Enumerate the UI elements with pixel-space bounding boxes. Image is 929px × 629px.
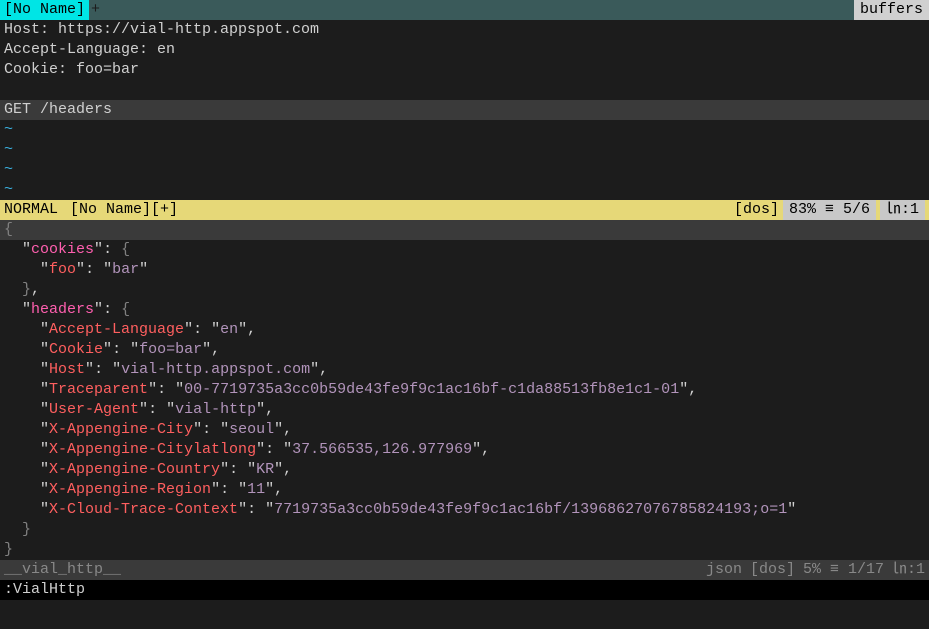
tab-current[interactable]: [No Name] bbox=[0, 0, 89, 20]
lower-editor-pane[interactable]: { "cookies": { "foo": "bar" }, "headers"… bbox=[0, 220, 929, 560]
json-line: "Host": "vial-http.appspot.com", bbox=[4, 360, 925, 380]
tilde-area: ~ ~ ~ ~ bbox=[0, 120, 929, 200]
json-line: "Cookie": "foo=bar", bbox=[4, 340, 925, 360]
tilde-line: ~ bbox=[0, 120, 929, 140]
editor-line: Host: https://vial-http.appspot.com bbox=[4, 20, 925, 40]
json-line: "Traceparent": "00-7719735a3cc0b59de43fe… bbox=[4, 380, 925, 400]
fileformat-indicator: [dos] bbox=[726, 200, 779, 220]
editor-line: Cookie: foo=bar bbox=[4, 60, 925, 80]
json-line: "X-Appengine-Region": "11", bbox=[4, 480, 925, 500]
upper-status-bar: NORMAL [No Name][+] [dos] 83% ≡ 5/6 ㏑:1 bbox=[0, 200, 929, 220]
filetype-indicator: json bbox=[698, 560, 742, 580]
editor-cursor-line[interactable]: GET /headers bbox=[0, 100, 929, 120]
buffers-label[interactable]: buffers bbox=[854, 0, 929, 20]
json-line: "cookies": { bbox=[4, 240, 925, 260]
json-line: "User-Agent": "vial-http", bbox=[4, 400, 925, 420]
fileformat-indicator: [dos] bbox=[742, 560, 795, 580]
json-line: { bbox=[0, 220, 929, 240]
line-col-indicator: ㏑:1 bbox=[884, 560, 925, 580]
command-line[interactable]: :VialHttp bbox=[0, 580, 929, 600]
json-line: "X-Cloud-Trace-Context": "7719735a3cc0b5… bbox=[4, 500, 925, 520]
line-col-indicator: ㏑:1 bbox=[880, 200, 925, 220]
upper-editor-pane[interactable]: Host: https://vial-http.appspot.com Acce… bbox=[0, 20, 929, 100]
editor-line: Accept-Language: en bbox=[4, 40, 925, 60]
json-line: "X-Appengine-City": "seoul", bbox=[4, 420, 925, 440]
tab-bar: [No Name] + buffers bbox=[0, 0, 929, 20]
buffer-name: [No Name][+] bbox=[58, 200, 178, 220]
tilde-line: ~ bbox=[0, 160, 929, 180]
position-percent: 83% ≡ 5/6 bbox=[783, 200, 876, 220]
lower-status-bar: __vial_http__ json [dos] 5% ≡ 1/17 ㏑:1 bbox=[0, 560, 929, 580]
json-line: } bbox=[4, 520, 925, 540]
json-line: }, bbox=[4, 280, 925, 300]
mode-indicator: NORMAL bbox=[4, 200, 58, 220]
json-line: } bbox=[4, 540, 925, 560]
json-line: "foo": "bar" bbox=[4, 260, 925, 280]
tab-modified-indicator: + bbox=[89, 0, 854, 20]
json-line: "X-Appengine-Citylatlong": "37.566535,12… bbox=[4, 440, 925, 460]
buffer-name: __vial_http__ bbox=[4, 560, 121, 580]
json-line: "X-Appengine-Country": "KR", bbox=[4, 460, 925, 480]
editor-blank-line bbox=[4, 80, 925, 100]
tilde-line: ~ bbox=[0, 140, 929, 160]
tilde-line: ~ bbox=[0, 180, 929, 200]
json-line: "headers": { bbox=[4, 300, 925, 320]
json-line: "Accept-Language": "en", bbox=[4, 320, 925, 340]
position-percent: 5% ≡ 1/17 bbox=[795, 560, 884, 580]
